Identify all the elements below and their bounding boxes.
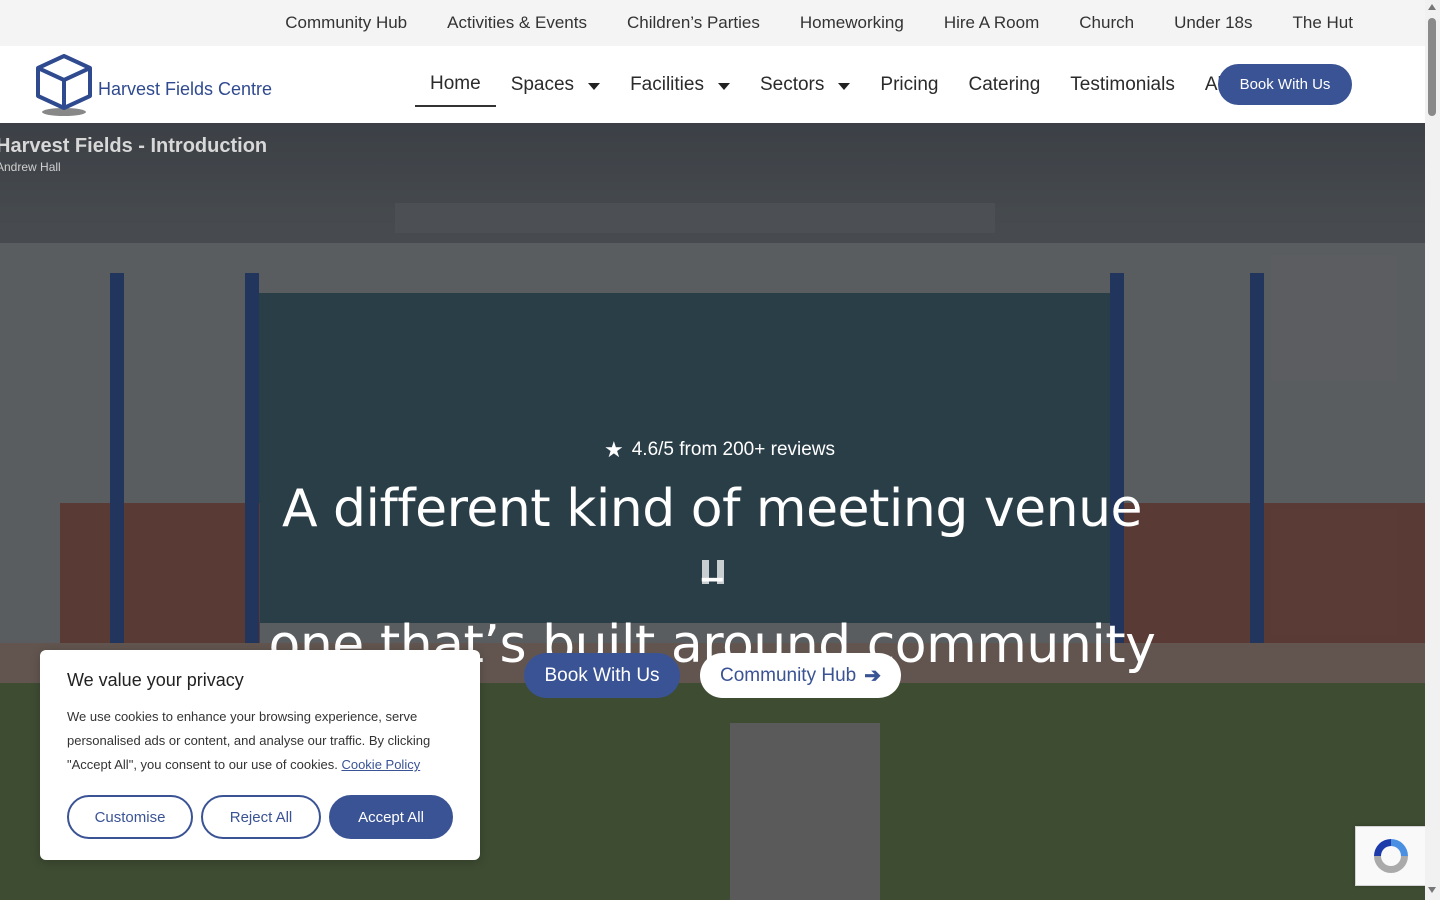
pause-icon[interactable] xyxy=(702,560,724,584)
utility-link-community-hub[interactable]: Community Hub xyxy=(285,13,407,33)
utility-nav: Community Hub Activities & Events Childr… xyxy=(245,0,1353,46)
nav-testimonials[interactable]: Testimonials xyxy=(1055,63,1190,107)
utility-link-activities-events[interactable]: Activities & Events xyxy=(447,13,587,33)
rating: ★ 4.6/5 from 200+ reviews xyxy=(604,439,835,461)
header-book-button[interactable]: Book With Us xyxy=(1218,64,1352,105)
scrollbar-thumb[interactable] xyxy=(1428,18,1436,116)
rating-text: 4.6/5 from 200+ reviews xyxy=(631,439,836,460)
cookie-buttons: Customise Reject All Accept All xyxy=(67,795,453,839)
recaptcha-badge[interactable] xyxy=(1355,826,1425,886)
cookie-accept-button[interactable]: Accept All xyxy=(329,795,453,839)
nav-catering[interactable]: Catering xyxy=(953,63,1055,107)
utility-link-hire-a-room[interactable]: Hire A Room xyxy=(944,13,1039,33)
cookie-body: We use cookies to enhance your browsing … xyxy=(67,705,453,777)
page-scrollbar[interactable] xyxy=(1425,0,1440,900)
nav-facilities-label: Facilities xyxy=(630,73,704,95)
video-title[interactable]: Harvest Fields - Introduction xyxy=(0,135,267,158)
chevron-down-icon xyxy=(717,82,730,90)
nav-home-label: Home xyxy=(430,72,481,94)
utility-link-the-hut[interactable]: The Hut xyxy=(1293,13,1353,33)
nav-sectors-label: Sectors xyxy=(759,73,825,95)
nav-pricing-label: Pricing xyxy=(880,73,939,95)
nav-spaces-label: Spaces xyxy=(510,73,575,95)
nav-facilities[interactable]: Facilities xyxy=(615,63,745,107)
star-icon: ★ xyxy=(604,437,624,462)
arrow-right-icon: ➔ xyxy=(864,665,881,687)
recaptcha-icon xyxy=(1373,839,1408,873)
cookie-reject-button[interactable]: Reject All xyxy=(201,795,321,839)
brand-name: Harvest Fields Centre xyxy=(98,78,273,99)
chevron-down-icon xyxy=(588,82,601,90)
cube-logo-icon xyxy=(36,54,92,116)
scroll-down-icon[interactable] xyxy=(1428,887,1436,893)
nav-home[interactable]: Home xyxy=(415,63,496,107)
video-author[interactable]: Andrew Hall xyxy=(0,160,61,174)
cookie-customise-button[interactable]: Customise xyxy=(67,795,193,839)
cookie-policy-link[interactable]: Cookie Policy xyxy=(341,757,420,772)
hero-community-hub-label: Community Hub xyxy=(720,664,857,686)
utility-link-childrens-parties[interactable]: Children’s Parties xyxy=(627,13,760,33)
main-nav: Home Spaces Facilities Sectors Pricing C… xyxy=(415,46,1270,123)
top-utility-bar: Community Hub Activities & Events Childr… xyxy=(0,0,1425,46)
hero-book-button[interactable]: Book With Us xyxy=(524,653,680,698)
nav-catering-label: Catering xyxy=(968,73,1041,95)
nav-testimonials-label: Testimonials xyxy=(1070,73,1175,95)
cookie-consent-banner: We value your privacy We use cookies to … xyxy=(40,650,480,860)
utility-link-homeworking[interactable]: Homeworking xyxy=(800,13,904,33)
site-header: Harvest Fields Centre Home Spaces Facili… xyxy=(0,46,1425,123)
cookie-title: We value your privacy xyxy=(67,670,244,690)
scroll-up-icon[interactable] xyxy=(1428,4,1436,10)
chevron-down-icon xyxy=(838,82,851,90)
hero-community-hub-button[interactable]: Community Hub ➔ xyxy=(700,653,901,698)
utility-link-under-18s[interactable]: Under 18s xyxy=(1174,13,1252,33)
nav-pricing[interactable]: Pricing xyxy=(865,63,953,107)
utility-link-church[interactable]: Church xyxy=(1079,13,1134,33)
nav-spaces[interactable]: Spaces xyxy=(496,63,615,107)
site-logo[interactable]: Harvest Fields Centre xyxy=(34,52,272,118)
nav-sectors[interactable]: Sectors xyxy=(745,63,865,107)
headline-line-1: A different kind of meeting venue – xyxy=(281,479,1143,607)
